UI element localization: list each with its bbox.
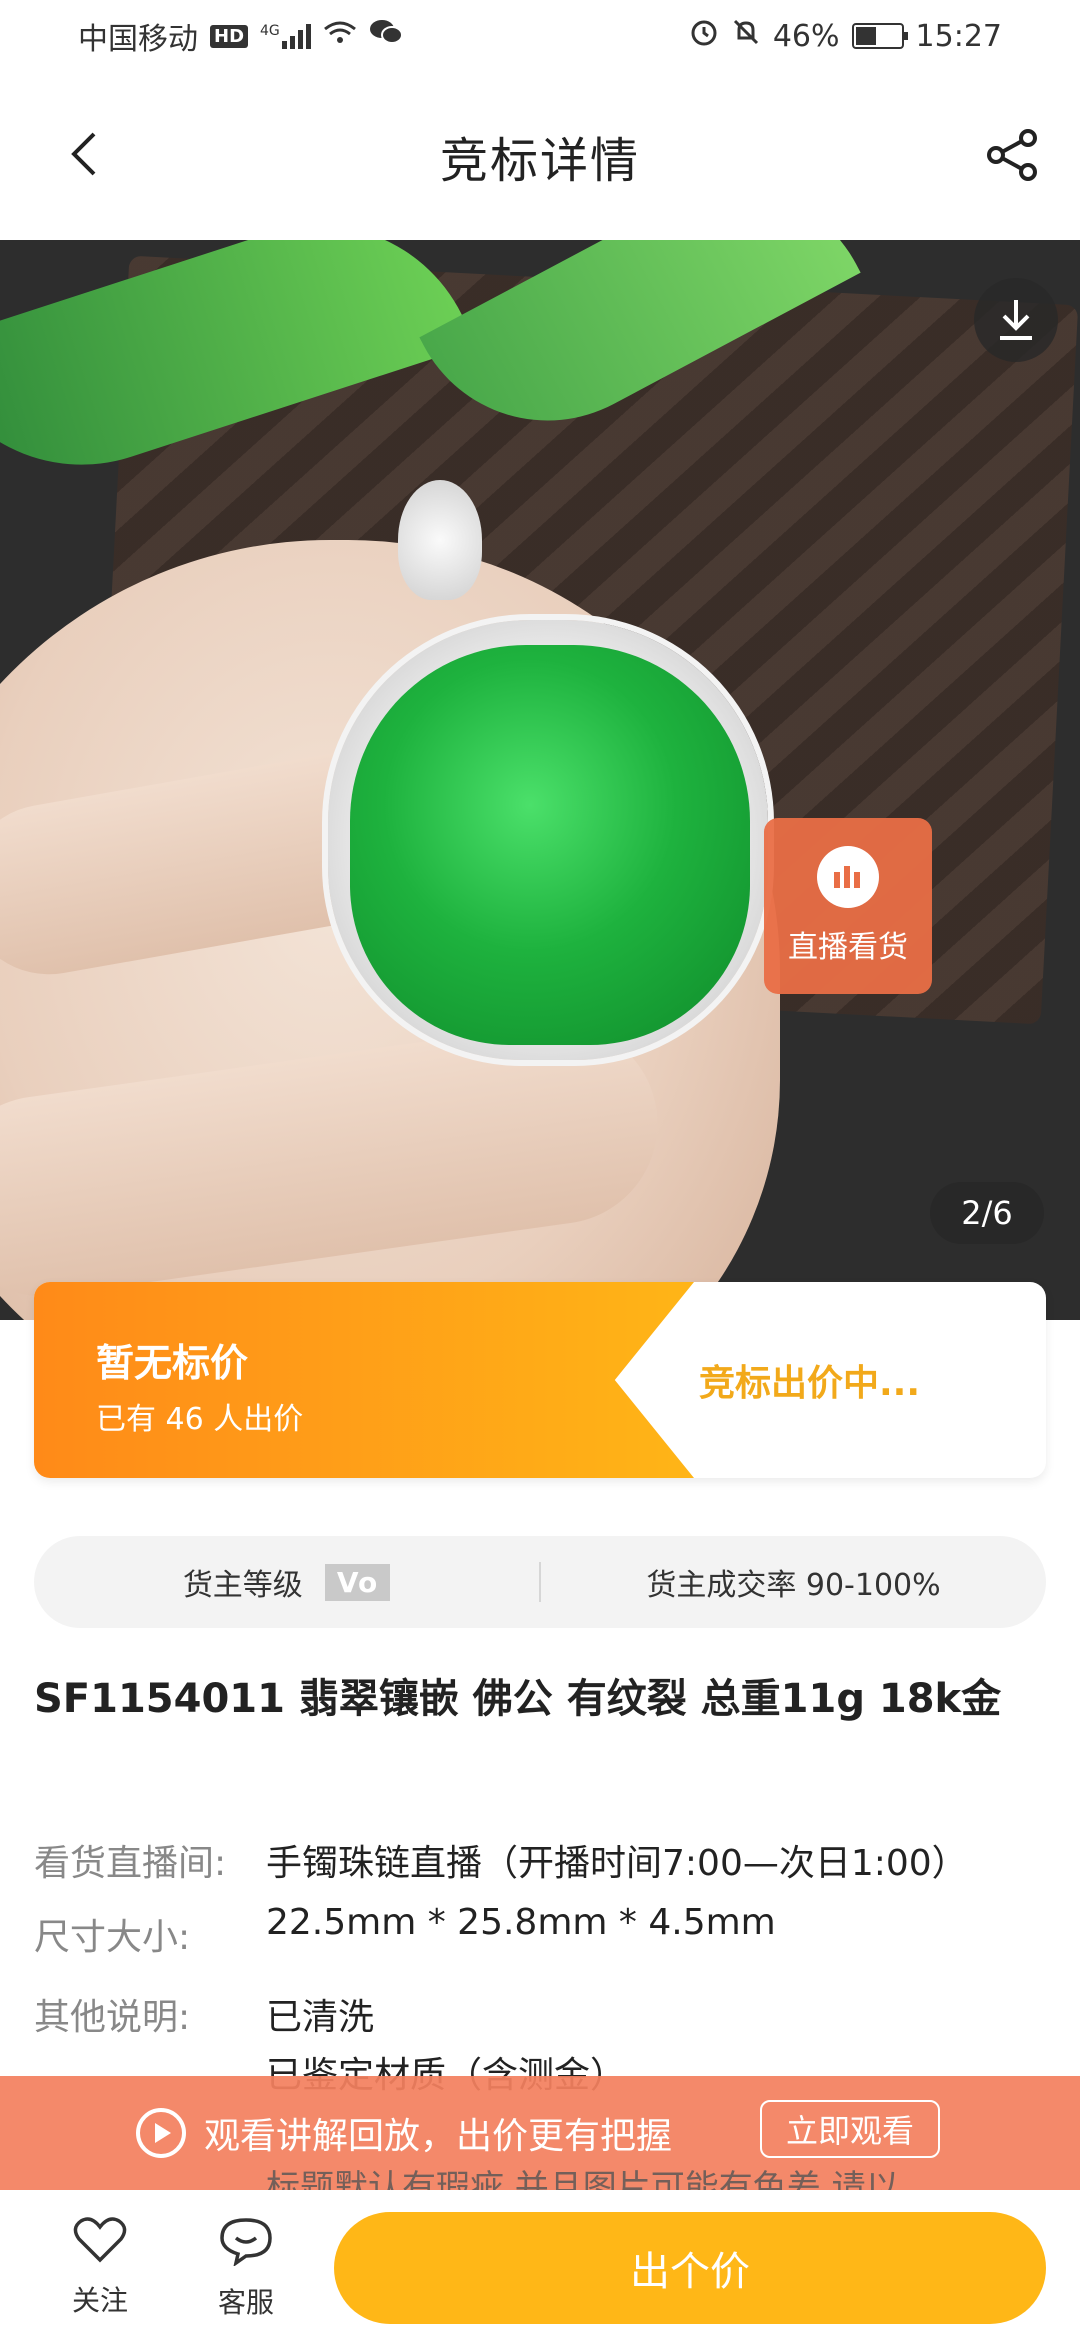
mute-icon <box>731 17 761 55</box>
follow-button[interactable]: 关注 <box>40 2216 160 2319</box>
live-view-button[interactable]: 直播看货 <box>764 818 932 994</box>
wifi-icon <box>323 19 357 54</box>
chevron-left-icon[interactable] <box>58 126 114 182</box>
product-title: SF1154011 翡翠镶嵌 佛公 有纹裂 总重11g 18k金 <box>34 1676 1002 1722</box>
follow-label: 关注 <box>71 2284 128 2317</box>
play-icon <box>136 2108 186 2158</box>
detail-value: 22.5mm * 25.8mm * 4.5mm <box>266 1902 776 1943</box>
detail-row-notes: 其他说明: 已清洗 <box>34 1988 374 2040</box>
detail-key: 看货直播间: <box>34 1843 227 1884</box>
detail-key: 其他说明: <box>34 1997 191 2038</box>
carrier-text: 中国移动 <box>78 22 198 57</box>
live-stream-icon <box>817 846 879 908</box>
customer-service-button[interactable]: 客服 <box>186 2216 306 2321</box>
alarm-icon <box>689 17 719 55</box>
detail-row-size: 尺寸大小: 22.5mm * 25.8mm * 4.5mm <box>34 1902 776 1960</box>
hd-badge: HD <box>210 24 249 48</box>
replay-text: 观看讲解回放，出价更有把握 <box>204 2116 673 2157</box>
bid-status-banner: 暂无标价 已有 46 人出价 竞标出价中... <box>34 1282 1046 1478</box>
watch-now-button[interactable]: 立即观看 <box>760 2100 940 2158</box>
bottom-action-bar: 关注 客服 出个价 <box>0 2190 1080 2340</box>
seller-level-label: 货主等级 <box>182 1568 303 1603</box>
detail-key: 尺寸大小: <box>34 1917 191 1958</box>
jade-buddha-pendant <box>350 645 750 1045</box>
heart-icon <box>73 2216 127 2271</box>
clock: 15:27 <box>915 18 1002 54</box>
battery-percent: 46% <box>772 18 840 54</box>
wechat-icon <box>369 18 403 54</box>
detail-value: 手镯珠链直播（开播时间7:00—次日1:00） <box>266 1843 968 1884</box>
download-icon[interactable] <box>974 278 1058 362</box>
detail-row-live-room: 看货直播间: 手镯珠链直播（开播时间7:00—次日1:00） <box>34 1834 968 1886</box>
no-price-label: 暂无标价 <box>96 1341 249 1385</box>
detail-value: 已清洗 <box>266 1997 375 2038</box>
product-image-carousel[interactable]: 直播看货 2/6 <box>0 240 1080 1320</box>
bidding-status: 竞标出价中... <box>699 1363 921 1404</box>
seller-level-badge: Vo <box>324 1563 391 1601</box>
seller-info-bar: 货主等级 Vo 货主成交率 90-100% <box>34 1536 1046 1628</box>
navigation-bar: 竞标详情 <box>0 72 1080 240</box>
share-icon[interactable] <box>984 126 1042 184</box>
service-label: 客服 <box>217 2286 274 2319</box>
signal-icon: 4G <box>260 23 311 49</box>
chat-icon <box>218 2216 274 2273</box>
seller-deal-rate: 货主成交率 90-100% <box>646 1568 941 1603</box>
place-bid-button[interactable]: 出个价 <box>334 2212 1046 2324</box>
image-counter: 2/6 <box>930 1182 1044 1244</box>
pendant-bail <box>398 480 482 600</box>
live-view-label: 直播看货 <box>788 930 908 965</box>
status-bar: 中国移动 HD 4G 46% 15:27 <box>0 0 1080 72</box>
bidder-count: 已有 46 人出价 <box>96 1402 304 1437</box>
battery-icon <box>851 23 908 49</box>
page-title: 竞标详情 <box>439 133 640 189</box>
